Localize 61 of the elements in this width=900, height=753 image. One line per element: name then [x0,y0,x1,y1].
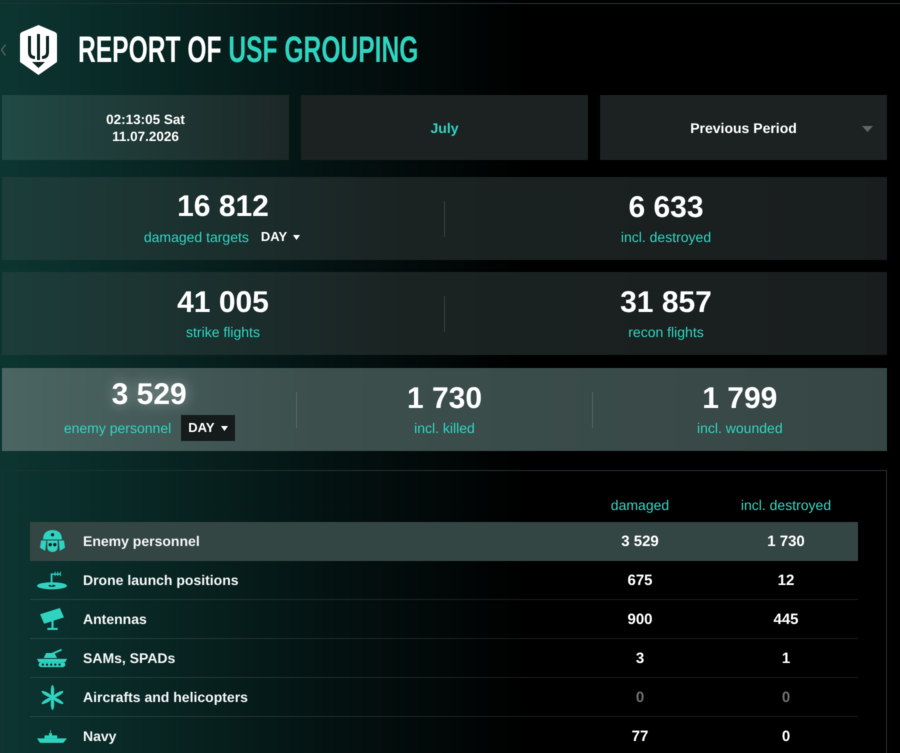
caret-icon [220,426,228,430]
row-label: Antennas [83,611,147,627]
column-header: damaged [610,496,670,512]
row-label: Drone launch positions [83,572,239,588]
stat-value: 1 799 [702,382,778,416]
stat-label: incl. destroyed [620,228,712,246]
row-label: Navy [83,728,116,744]
table-cell: 12 [778,572,794,588]
stats-panel[interactable]: 16 812 damaged targets DAY 6 633 incl. destroyed [2,177,887,260]
period-select[interactable]: Previous Period [600,95,887,160]
table-row[interactable]: SAMs, SPADs 3 1 [30,639,858,678]
stat-value: 31 857 [620,286,712,320]
table-cell: 1 730 [767,532,805,550]
propeller-icon [40,684,64,710]
column-header: incl. destroyed [740,496,832,512]
stat-value: 41 005 [177,286,269,320]
stat-label: incl. killed [414,419,475,437]
helmet-skull-icon [40,530,64,552]
tank-icon [37,647,67,669]
row-label: SAMs, SPADs [83,650,176,666]
stat-label: strike flights [186,323,260,341]
table-cell: 900 [627,610,653,628]
page-title: REPORT OF USF GROUPING [78,31,418,68]
table-cell: 0 [636,688,644,706]
caret-icon [862,126,873,132]
stat-value: 6 633 [628,191,704,225]
stat-value: 3 529 [112,378,187,412]
table-row[interactable]: Drone launch positions 675 12 [30,561,858,600]
table-cell: 675 [627,572,653,588]
caret-icon [293,234,300,240]
table-cell: 445 [773,610,799,628]
row-label: Enemy personnel [83,533,200,549]
stats-panel[interactable]: 3 529 enemy personnel DAY 1 730 incl. killed 1 799 incl. wounded [2,368,887,451]
stat-value: 16 812 [177,190,269,224]
table-row[interactable]: Antennas 900 445 [30,600,858,639]
table-cell: 77 [632,728,648,744]
stats-panel[interactable]: 41 005 strike flights 31 857 recon flights [2,272,887,355]
trident-shield-logo [20,24,57,74]
table-row[interactable]: Enemy personnel 3 529 1 730 [30,522,858,561]
table-cell: 0 [782,688,790,706]
period-dropdown[interactable]: DAY [258,227,302,247]
stat-label: damaged targets [144,228,249,246]
stat-value: 1 730 [406,382,482,416]
stat-label: enemy personnel [64,419,172,437]
launch-pad-icon [37,570,67,590]
table-row[interactable]: Navy 77 0 [30,717,858,753]
table-row[interactable]: Aircrafts and helicopters 0 0 [30,678,858,717]
stat-label: recon flights [628,323,704,341]
period-dropdown[interactable]: DAY [181,415,234,441]
time-text: 02:13:05 Sat [106,110,185,128]
table-cell: 0 [782,728,790,744]
table-cell: 3 529 [621,532,659,550]
stat-label: incl. wounded [697,419,783,437]
back-chevron-icon[interactable] [1,44,6,56]
month-select[interactable]: July [301,95,588,160]
table-cell: 1 [782,650,790,666]
antenna-panel-icon [40,608,64,630]
row-label: Aircrafts and helicopters [83,689,248,705]
date-text: 11.07.2026 [112,128,179,144]
table-cell: 3 [636,650,644,666]
ship-icon [37,728,67,744]
